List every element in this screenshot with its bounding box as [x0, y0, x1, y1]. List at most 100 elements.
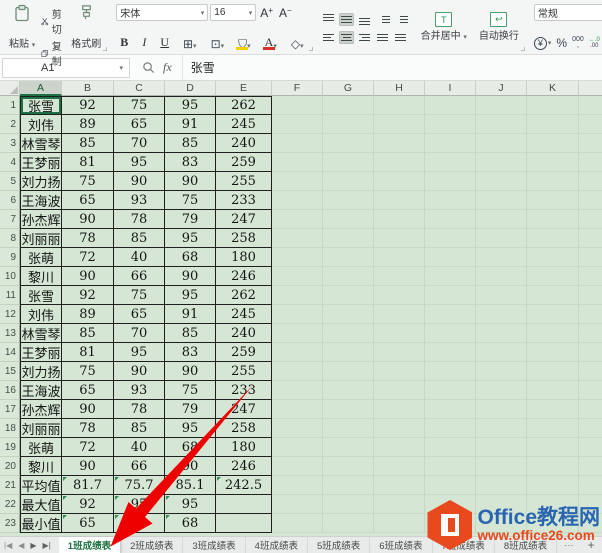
row-header-23[interactable]: 23: [0, 514, 20, 533]
cell-E5[interactable]: 255: [216, 172, 272, 191]
cell-C13[interactable]: 70: [114, 324, 165, 343]
grow-font-button[interactable]: A +: [258, 6, 275, 20]
cell-J7[interactable]: [476, 210, 527, 229]
cell-H21[interactable]: [374, 476, 425, 495]
cell-B6[interactable]: 65: [62, 191, 114, 210]
cell-H9[interactable]: [374, 248, 425, 267]
cell-D9[interactable]: 68: [165, 248, 216, 267]
align-left-button[interactable]: [321, 31, 336, 44]
cell-E10[interactable]: 246: [216, 267, 272, 286]
cell-E9[interactable]: 180: [216, 248, 272, 267]
align-right-button[interactable]: [357, 31, 372, 44]
cell-I2[interactable]: [425, 115, 476, 134]
cell-D4[interactable]: 83: [165, 153, 216, 172]
cell-J1[interactable]: [476, 96, 527, 115]
cell-C3[interactable]: 70: [114, 134, 165, 153]
cell-A7[interactable]: 孙杰辉: [20, 210, 62, 229]
sheet-tab-6[interactable]: 6班成绩表: [370, 537, 433, 553]
cell-B3[interactable]: 85: [62, 134, 114, 153]
cell-D16[interactable]: 75: [165, 381, 216, 400]
font-name-select[interactable]: 宋体 ▾: [116, 4, 209, 21]
cell-H15[interactable]: [374, 362, 425, 381]
cell-G13[interactable]: [323, 324, 374, 343]
cell-K10[interactable]: [527, 267, 579, 286]
cell-C11[interactable]: 75: [114, 286, 165, 305]
cell-B1[interactable]: 92: [62, 96, 114, 115]
cell-I10[interactable]: [425, 267, 476, 286]
cell-D5[interactable]: 90: [165, 172, 216, 191]
cell-J8[interactable]: [476, 229, 527, 248]
cell-K2[interactable]: [527, 115, 579, 134]
cell-I11[interactable]: [425, 286, 476, 305]
cell-K21[interactable]: [527, 476, 579, 495]
cell-A6[interactable]: 王海波: [20, 191, 62, 210]
row-header-4[interactable]: 4: [0, 153, 20, 172]
cell-I19[interactable]: [425, 438, 476, 457]
cell-B21[interactable]: 81.7: [62, 476, 114, 495]
cell-G12[interactable]: [323, 305, 374, 324]
cell-F16[interactable]: [272, 381, 323, 400]
cell-J18[interactable]: [476, 419, 527, 438]
cell-K7[interactable]: [527, 210, 579, 229]
cell-G3[interactable]: [323, 134, 374, 153]
cell-G8[interactable]: [323, 229, 374, 248]
justify-button[interactable]: [375, 31, 390, 44]
cell-I15[interactable]: [425, 362, 476, 381]
cell-G16[interactable]: [323, 381, 374, 400]
group-expander[interactable]: [308, 47, 313, 51]
cell-B11[interactable]: 92: [62, 286, 114, 305]
cell-F22[interactable]: [272, 495, 323, 514]
column-header-I[interactable]: I: [425, 81, 476, 96]
cell-E2[interactable]: 245: [216, 115, 272, 134]
number-format-select[interactable]: 常规 ▾: [533, 4, 602, 21]
cell-K12[interactable]: [527, 305, 579, 324]
cell-J11[interactable]: [476, 286, 527, 305]
cell-K13[interactable]: [527, 324, 579, 343]
cell-F18[interactable]: [272, 419, 323, 438]
cell-I8[interactable]: [425, 229, 476, 248]
cell-A19[interactable]: 张萌: [20, 438, 62, 457]
cell-G7[interactable]: [323, 210, 374, 229]
cell-E16[interactable]: 233: [216, 381, 272, 400]
cell-H10[interactable]: [374, 267, 425, 286]
cell-C10[interactable]: 66: [114, 267, 165, 286]
cell-B2[interactable]: 89: [62, 115, 114, 134]
cell-A3[interactable]: 林雪琴: [20, 134, 62, 153]
cell-G11[interactable]: [323, 286, 374, 305]
merge-center-button[interactable]: T 合并居中 ▾: [418, 11, 470, 43]
column-header-C[interactable]: C: [114, 81, 165, 96]
cell-A5[interactable]: 刘力扬: [20, 172, 62, 191]
row-header-1[interactable]: 1: [0, 96, 20, 115]
cell-K11[interactable]: [527, 286, 579, 305]
cell-C16[interactable]: 93: [114, 381, 165, 400]
cell-J9[interactable]: [476, 248, 527, 267]
cell-B16[interactable]: 65: [62, 381, 114, 400]
cell-F14[interactable]: [272, 343, 323, 362]
cell-D18[interactable]: 95: [165, 419, 216, 438]
cell-D20[interactable]: 90: [165, 457, 216, 476]
column-header-G[interactable]: G: [323, 81, 374, 96]
row-header-20[interactable]: 20: [0, 457, 20, 476]
cell-B17[interactable]: 90: [62, 400, 114, 419]
cell-K15[interactable]: [527, 362, 579, 381]
cell-C4[interactable]: 95: [114, 153, 165, 172]
cell-G18[interactable]: [323, 419, 374, 438]
cell-H5[interactable]: [374, 172, 425, 191]
cell-K8[interactable]: [527, 229, 579, 248]
percent-button[interactable]: %: [556, 36, 567, 50]
cell-H7[interactable]: [374, 210, 425, 229]
row-header-15[interactable]: 15: [0, 362, 20, 381]
cell-K1[interactable]: [527, 96, 579, 115]
cell-H16[interactable]: [374, 381, 425, 400]
column-header-K[interactable]: K: [527, 81, 579, 96]
align-bottom-button[interactable]: [357, 13, 372, 26]
cell-D12[interactable]: 91: [165, 305, 216, 324]
cell-J15[interactable]: [476, 362, 527, 381]
column-header-A[interactable]: A: [20, 81, 62, 96]
row-header-11[interactable]: 11: [0, 286, 20, 305]
cell-H12[interactable]: [374, 305, 425, 324]
row-header-6[interactable]: 6: [0, 191, 20, 210]
cell-C23[interactable]: 40: [114, 514, 165, 533]
cell-I4[interactable]: [425, 153, 476, 172]
cell-F20[interactable]: [272, 457, 323, 476]
